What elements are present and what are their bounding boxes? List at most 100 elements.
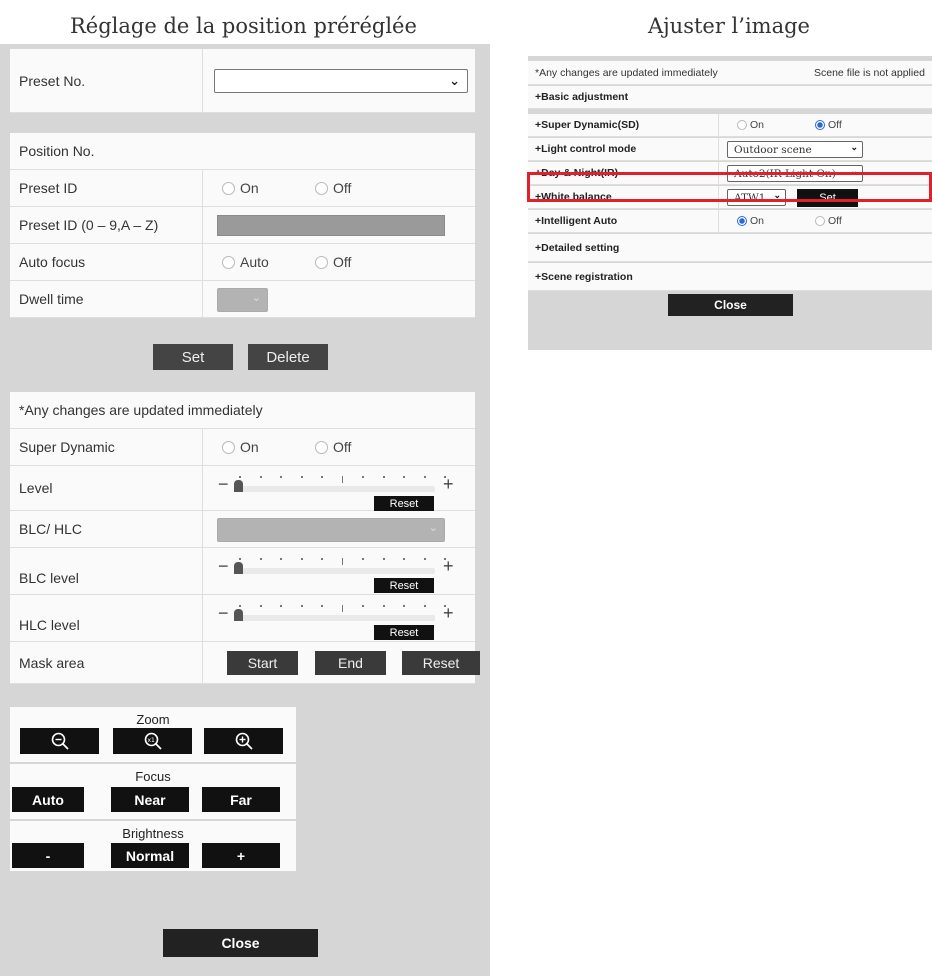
slider-thumb[interactable] [234, 480, 243, 492]
sd-off-radio[interactable]: Off [815, 119, 842, 131]
slider-plus-icon[interactable]: + [443, 475, 454, 493]
zoom-title: Zoom [136, 712, 170, 727]
preset-no-select[interactable]: ⌄ [214, 69, 468, 93]
mask-start-button[interactable]: Start [227, 651, 298, 675]
focus-auto-button[interactable]: Auto [12, 787, 84, 812]
super-dynamic-row: Super Dynamic On Off [10, 429, 475, 466]
slider-tick [280, 558, 282, 560]
position-no-row: Position No. [10, 133, 475, 170]
ia-on-radio[interactable]: On [737, 215, 764, 227]
mask-end-button[interactable]: End [315, 651, 386, 675]
mask-area-row: Mask area Start End Reset [10, 642, 480, 684]
slider-reset-button[interactable]: Reset [374, 578, 434, 593]
super-dynamic-off-radio[interactable]: Off [315, 439, 351, 455]
auto-focus-auto-radio[interactable]: Auto [222, 254, 269, 270]
preset-id-on-radio[interactable]: On [222, 180, 259, 196]
slider-tick [300, 605, 303, 607]
focus-far-button[interactable]: Far [202, 787, 280, 812]
day-night-highlight [527, 172, 932, 202]
preset-id-off-radio[interactable]: Off [315, 180, 351, 196]
zoom-1x-icon: x1 [144, 732, 162, 750]
brightness-plus-button[interactable]: + [202, 843, 280, 868]
ia-off-radio[interactable]: Off [815, 215, 842, 227]
blc-level-row: BLC level − + Reset [10, 548, 475, 595]
slider-minus-icon[interactable]: − [218, 475, 229, 493]
hlc-level-slider[interactable]: − + Reset [202, 595, 475, 641]
preset-id-chars-label: Preset ID (0 – 9,A – Z) [19, 217, 159, 233]
dwell-time-select[interactable]: ⌄ [217, 288, 268, 312]
zoom-out-button[interactable] [20, 728, 99, 754]
slider-tick [321, 605, 323, 607]
basic-adjustment-row[interactable]: +Basic adjustment [528, 86, 932, 109]
blc-hlc-select[interactable]: ⌄ [217, 518, 445, 542]
focus-near-button[interactable]: Near [111, 787, 189, 812]
intelligent-auto-label: +Intelligent Auto [535, 215, 618, 227]
notice-text: *Any changes are updated immediately [19, 402, 263, 418]
brightness-minus-button[interactable]: - [12, 843, 84, 868]
light-control-row: +Light control mode Outdoor scene ⌄ [528, 138, 932, 161]
preset-id-row: Preset ID On Off [10, 170, 475, 207]
chevron-down-icon: ⌄ [449, 73, 460, 88]
blc-level-slider[interactable]: − + Reset [202, 548, 475, 594]
scene-registration-row[interactable]: +Scene registration [528, 263, 932, 291]
slider-track[interactable] [234, 568, 435, 574]
brightness-title: Brightness [122, 826, 184, 841]
preset-no-row: Preset No. ⌄ [10, 49, 475, 113]
slider-tick [362, 605, 364, 607]
preset-position-panel: Preset No. ⌄ Position No. Preset ID On O… [0, 44, 490, 976]
slider-minus-icon[interactable]: − [218, 604, 229, 622]
slider-minus-icon[interactable]: − [218, 557, 229, 575]
slider-tick [444, 558, 446, 560]
slider-reset-button[interactable]: Reset [374, 625, 434, 640]
slider-thumb[interactable] [234, 609, 243, 621]
slider-tick [280, 476, 282, 478]
slider-tick [300, 476, 303, 478]
zoom-in-button[interactable] [204, 728, 283, 754]
slider-tick [444, 605, 446, 607]
close-button[interactable]: Close [163, 929, 318, 957]
slider-tick [321, 558, 323, 560]
left-caption: Réglage de la position préréglée [70, 14, 417, 38]
detailed-setting-label: +Detailed setting [535, 241, 620, 254]
slider-tick [259, 558, 262, 560]
auto-focus-off-radio[interactable]: Off [315, 254, 351, 270]
super-dynamic-label: Super Dynamic [19, 439, 115, 455]
slider-tick [362, 558, 364, 560]
adjust-close-button[interactable]: Close [668, 294, 793, 316]
slider-thumb[interactable] [234, 562, 243, 574]
slider-plus-icon[interactable]: + [443, 557, 454, 575]
slider-tick [423, 476, 426, 478]
super-dynamic-on-radio[interactable]: On [222, 439, 259, 455]
delete-button[interactable]: Delete [248, 344, 328, 370]
slider-tick [239, 558, 241, 560]
slider-track[interactable] [234, 486, 435, 492]
level-slider[interactable]: − + Reset [202, 466, 475, 511]
mask-reset-button[interactable]: Reset [402, 651, 480, 675]
focus-title: Focus [135, 769, 171, 784]
zoom-group: Zoom x1 [10, 707, 296, 762]
slider-plus-icon[interactable]: + [443, 604, 454, 622]
slider-reset-button[interactable]: Reset [374, 496, 434, 511]
slider-track[interactable] [234, 615, 435, 621]
set-button[interactable]: Set [153, 344, 233, 370]
blc-hlc-row: BLC/ HLC ⌄ [10, 511, 475, 548]
position-no-label: Position No. [19, 143, 95, 159]
preset-id-input[interactable] [217, 215, 445, 236]
slider-tick [321, 476, 323, 478]
focus-group: Focus Auto Near Far [10, 764, 296, 819]
slider-tick [382, 558, 385, 560]
zoom-1x-button[interactable]: x1 [113, 728, 192, 754]
detailed-setting-row[interactable]: +Detailed setting [528, 234, 932, 262]
slider-tick [423, 605, 426, 607]
slider-tick [239, 476, 241, 478]
slider-tick [382, 476, 385, 478]
slider-tick [259, 605, 262, 607]
brightness-normal-button[interactable]: Normal [111, 843, 189, 868]
auto-focus-label: Auto focus [19, 254, 86, 270]
sd-on-radio[interactable]: On [737, 119, 764, 131]
slider-tick [341, 558, 343, 565]
slider-tick [382, 605, 385, 607]
light-control-select[interactable]: Outdoor scene ⌄ [727, 141, 863, 158]
light-control-label: +Light control mode [535, 143, 637, 155]
dwell-time-label: Dwell time [19, 291, 84, 307]
